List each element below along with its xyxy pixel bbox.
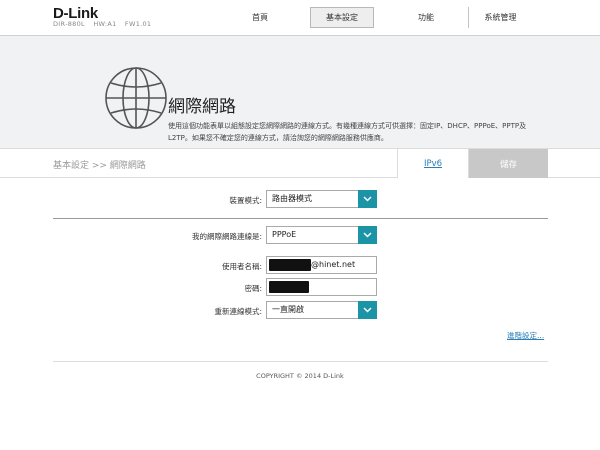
fw-version: FW1.01 <box>124 20 152 28</box>
nav-features[interactable]: 功能 <box>394 7 458 28</box>
device-mode-value: 路由器模式 <box>272 194 312 203</box>
username-row: 使用者名稱: @hinet.net <box>0 256 600 276</box>
redacted-password <box>269 281 309 293</box>
password-label: 密碼: <box>244 284 262 293</box>
header: D-Link DIR-880L HW:A1 FW1.01 首頁 基本設定 功能 … <box>0 0 600 36</box>
footer-divider <box>53 361 548 362</box>
connection-type-select[interactable]: PPPoE <box>266 226 377 244</box>
globe-icon <box>105 67 167 129</box>
top-nav: 首頁 基本設定 功能 系統管理 <box>228 7 532 28</box>
username-input[interactable]: @hinet.net <box>266 256 377 274</box>
nav-management[interactable]: 系統管理 <box>468 7 532 28</box>
model-name: DIR-880L <box>53 20 85 28</box>
connection-type-row: 我的網際網路連線是: PPPoE <box>0 226 600 246</box>
ipv6-button[interactable]: IPv6 <box>397 149 469 178</box>
password-input[interactable] <box>266 278 377 296</box>
banner: 網際網路 使用這個功能表單以組態設定您網際網路的連線方式。有幾種連線方式可供選擇… <box>0 36 600 148</box>
reconnect-mode-label: 重新連線模式: <box>214 307 262 316</box>
hw-version: HW:A1 <box>93 20 117 28</box>
breadcrumb: 基本設定 >> 網際網路 <box>53 161 146 171</box>
breadcrumb-bar: 基本設定 >> 網際網路 IPv6 儲存 <box>0 148 600 178</box>
model-info: DIR-880L HW:A1 FW1.01 <box>53 20 157 28</box>
device-mode-select[interactable]: 路由器模式 <box>266 190 377 208</box>
page-description: 使用這個功能表單以組態設定您網際網路的連線方式。有幾種連線方式可供選擇：固定IP… <box>168 122 527 142</box>
page-title: 網際網路 <box>168 97 236 117</box>
chevron-down-icon[interactable] <box>358 226 377 244</box>
device-mode-row: 裝置模式: 路由器模式 <box>0 190 600 210</box>
connection-type-label: 我的網際網路連線是: <box>191 232 262 241</box>
chevron-down-icon[interactable] <box>358 301 377 319</box>
device-mode-label: 裝置模式: <box>229 196 262 205</box>
reconnect-mode-value: 一直開啟 <box>272 305 304 314</box>
reconnect-mode-select[interactable]: 一直開啟 <box>266 301 377 319</box>
password-row: 密碼: <box>0 278 600 298</box>
username-domain: @hinet.net <box>311 260 356 269</box>
copyright: COPYRIGHT © 2014 D-Link <box>256 372 344 380</box>
advanced-settings-link[interactable]: 進階設定... <box>507 330 544 341</box>
reconnect-mode-row: 重新連線模式: 一直開啟 <box>0 301 600 321</box>
nav-basic-settings[interactable]: 基本設定 <box>310 7 374 28</box>
username-label: 使用者名稱: <box>221 262 262 271</box>
connection-type-value: PPPoE <box>272 230 297 239</box>
save-button[interactable]: 儲存 <box>469 149 548 178</box>
chevron-down-icon[interactable] <box>358 190 377 208</box>
redacted-username <box>269 259 311 271</box>
section-divider <box>53 218 548 219</box>
nav-home[interactable]: 首頁 <box>228 7 292 28</box>
